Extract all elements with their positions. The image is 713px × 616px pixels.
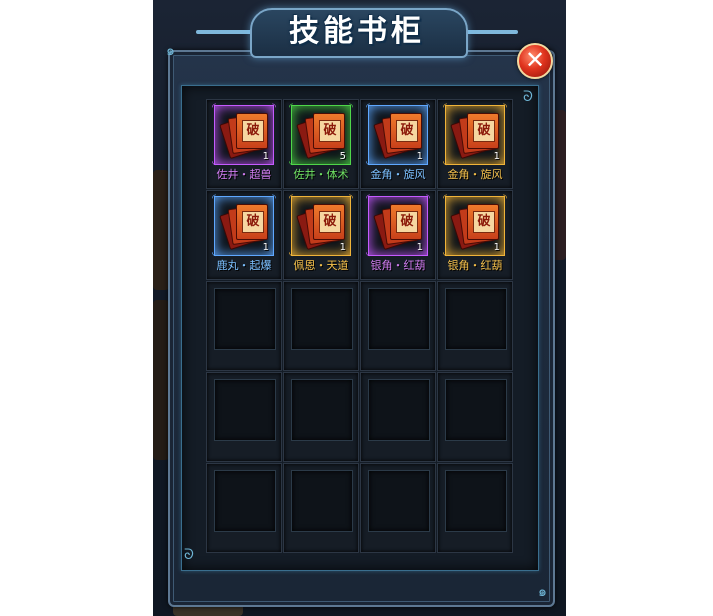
- empty-slot-frame: [445, 379, 507, 441]
- frame-ornament-icon: ◝: [349, 193, 353, 204]
- empty-slot[interactable]: [283, 372, 359, 462]
- book-seal-glyph: 破: [396, 211, 418, 233]
- item-count: 1: [262, 242, 269, 253]
- skill-book-name: 佐井・体术: [293, 168, 349, 181]
- frame-ornament-icon: ◝: [426, 102, 430, 113]
- empty-slot-frame: [368, 288, 430, 350]
- skill-book-slot[interactable]: 破 ◜ ◝ ◟ 1 金角・旋风: [360, 99, 436, 189]
- empty-slot[interactable]: [206, 463, 282, 553]
- corner-ornament-icon: ᘐ: [523, 89, 533, 105]
- skill-book-icon: 破: [450, 204, 499, 251]
- frame-ornament-icon: ◝: [503, 102, 507, 113]
- background-panel-left-lower: [153, 300, 169, 460]
- item-frame: 破 ◜ ◝ ◟ 1: [366, 193, 430, 258]
- empty-slot[interactable]: [206, 281, 282, 371]
- skill-book-slot[interactable]: 破 ◜ ◝ ◟ 1 鹿丸・起爆: [206, 190, 282, 280]
- empty-slot[interactable]: [283, 281, 359, 371]
- empty-slot-frame: [445, 470, 507, 532]
- corner-ornament-icon: ᘐ: [184, 547, 194, 563]
- corner-ornament-icon: ๑: [166, 43, 175, 59]
- skill-book-slot[interactable]: 破 ◜ ◝ ◟ 1 佐井・超兽: [206, 99, 282, 189]
- item-frame: 破 ◜ ◝ ◟ 1: [443, 193, 507, 258]
- skill-book-name: 鹿丸・起爆: [216, 259, 272, 272]
- empty-slot[interactable]: [437, 463, 513, 553]
- skill-book-name: 金角・旋风: [370, 168, 426, 181]
- skill-book-name: 银角・红葫: [447, 259, 503, 272]
- empty-slot-frame: [368, 470, 430, 532]
- item-count: 1: [493, 242, 500, 253]
- frame-ornament-icon: ◜: [289, 102, 293, 113]
- empty-slot-frame: [214, 288, 276, 350]
- frame-ornament-icon: ◜: [289, 193, 293, 204]
- background-panel-left: [153, 170, 169, 290]
- frame-ornament-icon: ◝: [503, 193, 507, 204]
- skill-book-icon: 破: [373, 204, 422, 251]
- skill-book-name: 金角・旋风: [447, 168, 503, 181]
- empty-slot-frame: [291, 288, 353, 350]
- item-count: 1: [416, 151, 423, 162]
- skill-book-icon: 破: [219, 113, 268, 160]
- item-frame: 破 ◜ ◝ ◟ 1: [443, 102, 507, 167]
- skill-book-slot[interactable]: 破 ◜ ◝ ◟ 1 银角・红葫: [437, 190, 513, 280]
- item-frame: 破 ◜ ◝ ◟ 1: [212, 102, 276, 167]
- empty-slot-frame: [445, 288, 507, 350]
- skill-book-icon: 破: [296, 113, 345, 160]
- title-wing-left: [196, 30, 256, 34]
- empty-slot[interactable]: [283, 463, 359, 553]
- frame-ornament-icon: ◝: [426, 193, 430, 204]
- skill-book-icon: 破: [373, 113, 422, 160]
- frame-ornament-icon: ◜: [366, 193, 370, 204]
- item-frame: 破 ◜ ◝ ◟ 5: [289, 102, 353, 167]
- empty-slot[interactable]: [206, 372, 282, 462]
- empty-slot[interactable]: [360, 281, 436, 371]
- item-count: 5: [339, 151, 346, 162]
- skill-book-icon: 破: [219, 204, 268, 251]
- item-count: 1: [339, 242, 346, 253]
- close-icon: ✕: [524, 46, 546, 74]
- empty-slot[interactable]: [360, 372, 436, 462]
- close-button[interactable]: ✕: [517, 43, 553, 79]
- window-title: 技能书柜: [289, 14, 425, 49]
- frame-ornament-icon: ◜: [366, 102, 370, 113]
- book-seal-glyph: 破: [473, 120, 495, 142]
- skill-book-name: 佐井・超兽: [216, 168, 272, 181]
- item-count: 1: [262, 151, 269, 162]
- frame-ornament-icon: ◝: [349, 102, 353, 113]
- book-seal-glyph: 破: [396, 120, 418, 142]
- empty-slot-frame: [368, 379, 430, 441]
- empty-slot-frame: [291, 470, 353, 532]
- frame-ornament-icon: ◜: [443, 102, 447, 113]
- frame-ornament-icon: ◜: [212, 193, 216, 204]
- skill-book-slot[interactable]: 破 ◜ ◝ ◟ 1 银角・红葫: [360, 190, 436, 280]
- book-seal-glyph: 破: [319, 211, 341, 233]
- frame-ornament-icon: ◜: [212, 102, 216, 113]
- empty-slot[interactable]: [437, 281, 513, 371]
- item-frame: 破 ◜ ◝ ◟ 1: [212, 193, 276, 258]
- item-frame: 破 ◜ ◝ ◟ 1: [289, 193, 353, 258]
- book-seal-glyph: 破: [242, 211, 264, 233]
- skill-book-icon: 破: [296, 204, 345, 251]
- book-seal-glyph: 破: [473, 211, 495, 233]
- corner-ornament-icon: ๑: [538, 584, 547, 600]
- empty-slot[interactable]: [360, 463, 436, 553]
- frame-ornament-icon: ◝: [272, 193, 276, 204]
- skill-book-slot[interactable]: 破 ◜ ◝ ◟ 1 金角・旋风: [437, 99, 513, 189]
- frame-ornament-icon: ◜: [443, 193, 447, 204]
- skill-book-name: 佩恩・天道: [293, 259, 349, 272]
- empty-slot-frame: [214, 470, 276, 532]
- skill-book-slot[interactable]: 破 ◜ ◝ ◟ 1 佩恩・天道: [283, 190, 359, 280]
- empty-slot[interactable]: [437, 372, 513, 462]
- frame-ornament-icon: ◝: [272, 102, 276, 113]
- book-seal-glyph: 破: [319, 120, 341, 142]
- item-frame: 破 ◜ ◝ ◟ 1: [366, 102, 430, 167]
- skill-book-name: 银角・红葫: [370, 259, 426, 272]
- book-seal-glyph: 破: [242, 120, 264, 142]
- item-count: 1: [493, 151, 500, 162]
- skill-book-grid: 破 ◜ ◝ ◟ 1 佐井・超兽 破 ◜ ◝ ◟ 5 佐井・体术 破 ◜ ◝ ◟ …: [206, 99, 514, 553]
- skill-book-slot[interactable]: 破 ◜ ◝ ◟ 5 佐井・体术: [283, 99, 359, 189]
- skill-book-icon: 破: [450, 113, 499, 160]
- empty-slot-frame: [291, 379, 353, 441]
- empty-slot-frame: [214, 379, 276, 441]
- item-count: 1: [416, 242, 423, 253]
